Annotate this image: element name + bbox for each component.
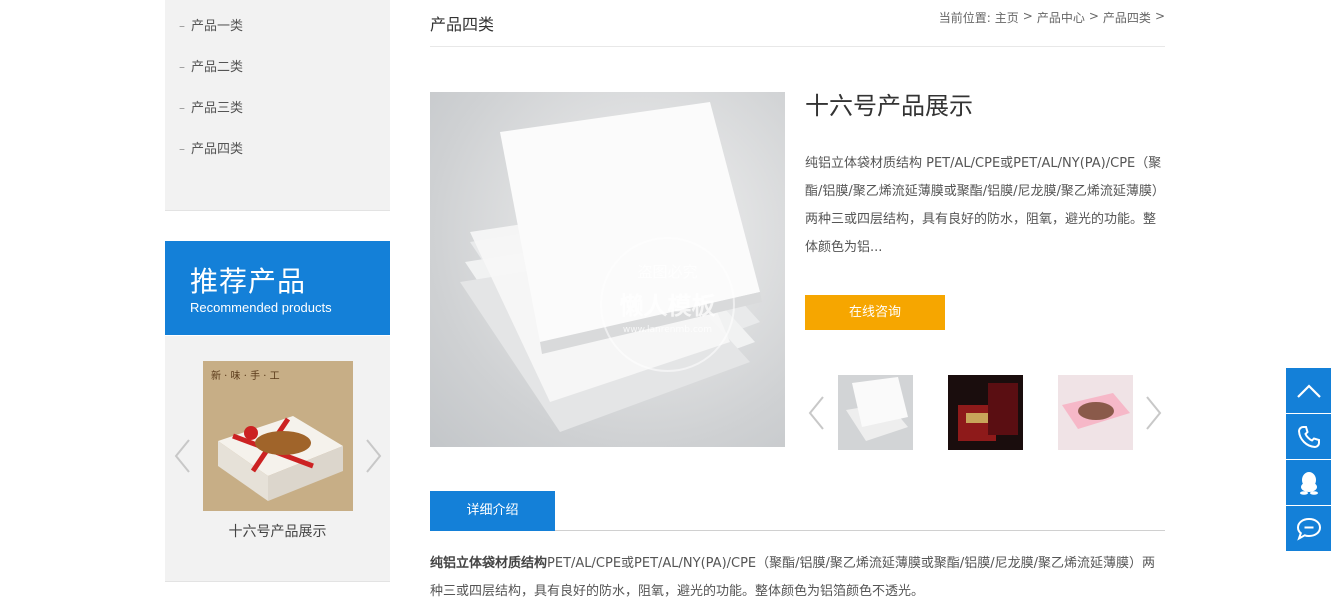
qq-icon — [1299, 471, 1318, 495]
phone-button[interactable] — [1286, 414, 1331, 459]
back-to-top-button[interactable] — [1286, 368, 1331, 413]
detail-tabs: 详细介绍 — [430, 491, 1165, 531]
breadcrumb-separator: > — [1088, 9, 1099, 23]
sidebar-item-label: 产品四类 — [191, 142, 244, 157]
sidebar: – 产品一类 – 产品二类 – 产品三类 – 产品四类 推荐产品 Recomme… — [165, 0, 390, 582]
breadcrumb-prefix: 当前位置: — [938, 11, 991, 25]
product-title: 十六号产品展示 — [805, 92, 973, 120]
content-header: 产品四类 当前位置: 主页 > 产品中心 > 产品四类 > — [430, 0, 1165, 47]
qq-button[interactable] — [1286, 460, 1331, 505]
watermark: 盗图必究 懒人模板 www.lanrenmb.com — [600, 237, 735, 372]
consult-online-button[interactable]: 在线咨询 — [805, 295, 945, 330]
chevron-right-icon[interactable] — [1143, 395, 1163, 431]
sidebar-item-category-4[interactable]: – 产品四类 — [165, 129, 390, 170]
recommended-subtitle: Recommended products — [190, 300, 332, 315]
breadcrumb-home[interactable]: 主页 — [995, 9, 1019, 26]
breadcrumb-separator: > — [1154, 9, 1165, 23]
detail-lead: 纯铝立体袋材质结构 — [430, 556, 548, 571]
recommended-carousel: 新 · 味 · 手 · 工 十六号产品展示 — [165, 336, 390, 582]
thumbnail-pink-box[interactable] — [1058, 375, 1133, 450]
sidebar-item-category-1[interactable]: – 产品一类 — [165, 6, 390, 47]
dash-icon: – — [179, 101, 185, 115]
chevron-left-icon[interactable] — [807, 395, 827, 431]
category-list: – 产品一类 – 产品二类 – 产品三类 – 产品四类 — [165, 0, 390, 211]
breadcrumb-separator: > — [1022, 9, 1033, 23]
main-content: 产品四类 当前位置: 主页 > 产品中心 > 产品四类 > 盗图必究 懒人模板 … — [430, 0, 1165, 599]
sidebar-item-label: 产品二类 — [191, 60, 244, 75]
float-toolbar — [1286, 368, 1331, 552]
dash-icon: – — [179, 142, 185, 156]
chevron-right-icon[interactable] — [363, 438, 383, 474]
sidebar-item-category-2[interactable]: – 产品二类 — [165, 47, 390, 88]
recommended-item-caption[interactable]: 十六号产品展示 — [165, 521, 390, 541]
sidebar-item-label: 产品一类 — [191, 19, 244, 34]
recommended-product-image[interactable]: 新 · 味 · 手 · 工 — [203, 361, 353, 511]
sidebar-item-category-3[interactable]: – 产品三类 — [165, 88, 390, 129]
phone-icon — [1297, 425, 1320, 448]
sidebar-item-label: 产品三类 — [191, 101, 244, 116]
breadcrumb: 当前位置: 主页 > 产品中心 > 产品四类 > — [939, 9, 1165, 26]
chat-button[interactable] — [1286, 506, 1331, 551]
thumbnail-paper[interactable] — [838, 375, 913, 450]
breadcrumb-product-center[interactable]: 产品中心 — [1037, 9, 1085, 26]
product-summary: 纯铝立体袋材质结构 PET/AL/CPE或PET/AL/NY(PA)/CPE（聚… — [805, 156, 1165, 255]
product-detail-text: 纯铝立体袋材质结构PET/AL/CPE或PET/AL/NY(PA)/CPE（聚酯… — [430, 550, 1165, 606]
svg-text:新 · 味 · 手 · 工: 新 · 味 · 手 · 工 — [211, 369, 280, 382]
thumbnail-gift-box[interactable] — [948, 375, 1023, 450]
chevron-up-icon — [1296, 383, 1321, 398]
tab-detail[interactable]: 详细介绍 — [430, 491, 555, 531]
watermark-line3: www.lanrenmb.com — [622, 325, 713, 335]
recommended-header: 推荐产品 Recommended products — [165, 241, 390, 335]
chat-icon — [1296, 517, 1321, 541]
breadcrumb-category-4[interactable]: 产品四类 — [1103, 9, 1151, 26]
recommended-title: 推荐产品 — [190, 265, 307, 298]
watermark-line1: 盗图必究 — [637, 263, 698, 281]
product-main-image[interactable]: 盗图必究 懒人模板 www.lanrenmb.com — [430, 92, 785, 447]
watermark-line2: 懒人模板 — [619, 292, 716, 320]
page-title: 产品四类 — [430, 15, 495, 34]
dash-icon: – — [179, 19, 185, 33]
chevron-left-icon[interactable] — [173, 438, 193, 474]
thumbnail-carousel — [805, 375, 1165, 450]
dash-icon: – — [179, 60, 185, 74]
